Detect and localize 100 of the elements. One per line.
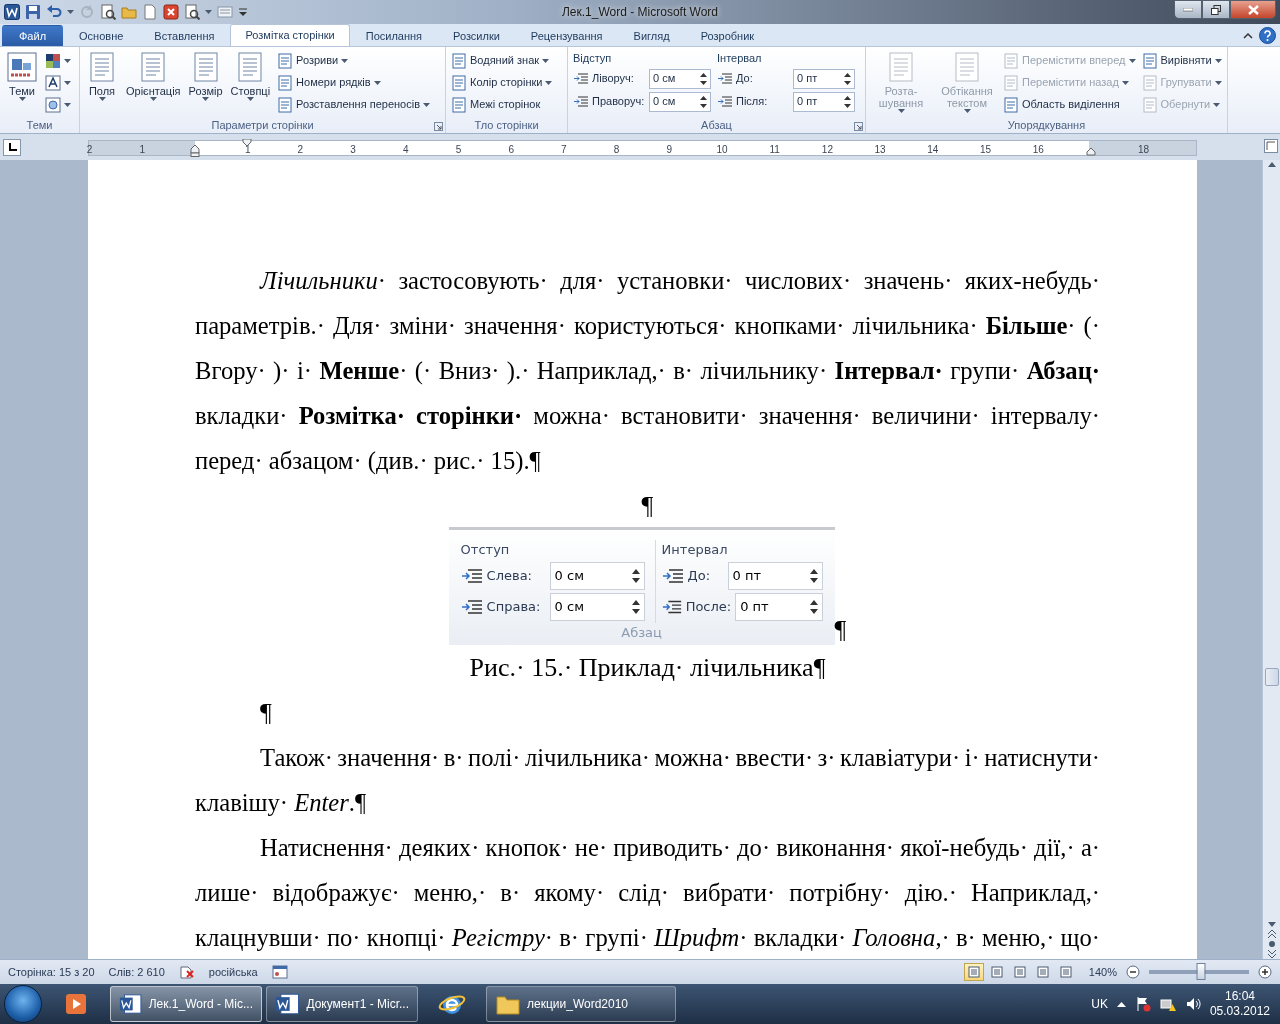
- zoom-out-icon[interactable]: [1126, 965, 1140, 979]
- right-indent-icon[interactable]: [1086, 146, 1096, 156]
- indent-icon: [460, 598, 483, 616]
- start-button[interactable]: [4, 985, 42, 1023]
- speaker-icon[interactable]: [1184, 996, 1201, 1012]
- page-icon: [277, 52, 294, 69]
- page-view-icon: [1012, 966, 1027, 978]
- ribbon-button[interactable]: Теми: [3, 50, 41, 102]
- ribbon-tab[interactable]: Розробник: [685, 25, 770, 46]
- restore-button[interactable]: [1202, 0, 1230, 19]
- group-label: Абзац: [700, 118, 733, 133]
- themes-icon: [6, 51, 38, 83]
- show-hidden-icons-icon[interactable]: [1116, 1001, 1126, 1007]
- field-label: Ліворуч:: [592, 71, 634, 87]
- ribbon-button[interactable]: Розставлення переносів: [275, 94, 432, 115]
- language-indicator[interactable]: російська: [208, 963, 258, 981]
- ribbon-tab[interactable]: Файл: [2, 25, 64, 46]
- dialog-launcher-icon[interactable]: [854, 122, 863, 131]
- ribbon-tab[interactable]: Основне: [64, 25, 139, 46]
- scroll-thumb[interactable]: [1264, 668, 1279, 686]
- restore-icon: [1211, 4, 1221, 15]
- collapse-ribbon-icon[interactable]: [1243, 31, 1253, 39]
- app-logo-icon[interactable]: [4, 4, 20, 20]
- ribbon-button[interactable]: Поля: [83, 50, 121, 102]
- next-page-icon[interactable]: [1266, 949, 1277, 959]
- word-count[interactable]: Слів: 2 610: [108, 963, 165, 981]
- spin-arrows-icon[interactable]: [700, 95, 707, 108]
- spin-arrows-icon[interactable]: [844, 95, 851, 108]
- ribbon-tab[interactable]: Розсилки: [438, 25, 515, 46]
- indent-icon: [460, 567, 483, 585]
- zoom-level[interactable]: 140%: [1088, 963, 1117, 981]
- field-label: Слева:: [486, 567, 532, 586]
- spin-arrows-icon[interactable]: [844, 72, 851, 85]
- slider-thumb[interactable]: [1196, 963, 1206, 980]
- ribbon-button[interactable]: Водяний знак: [449, 50, 555, 71]
- ribbon-tab[interactable]: Посилання: [350, 25, 438, 46]
- page-view-icon: [966, 966, 981, 978]
- ribbon-button[interactable]: [43, 94, 73, 115]
- close-button[interactable]: [1230, 0, 1276, 19]
- dialog-launcher-icon[interactable]: [434, 122, 443, 131]
- tab-selector[interactable]: [3, 139, 21, 156]
- save-icon[interactable]: [25, 4, 41, 20]
- clock-time[interactable]: 16:04: [1224, 989, 1255, 1004]
- field-label: До:: [687, 567, 711, 586]
- flag-icon[interactable]: [1134, 996, 1151, 1012]
- ribbon-button[interactable]: [43, 72, 73, 93]
- close-document-icon[interactable]: [163, 4, 179, 20]
- previous-page-icon[interactable]: [1266, 929, 1277, 939]
- first-line-indent-icon[interactable]: [242, 139, 252, 146]
- taskbar-button[interactable]: лекции_Word2010: [486, 986, 676, 1022]
- ribbon-tab[interactable]: Розмітка сторінки: [230, 24, 350, 46]
- document-app-icon: [119, 992, 143, 1016]
- zoom-page-icon[interactable]: [184, 4, 200, 20]
- taskbar-button[interactable]: Лек.1_Word - Mic...: [110, 986, 262, 1022]
- browse-object-icon[interactable]: [1266, 939, 1277, 949]
- ribbon-button[interactable]: Область виділення: [1001, 94, 1138, 115]
- ribbon-button[interactable]: Орієнтація: [123, 50, 184, 102]
- ribbon-button[interactable]: Межі сторінок: [449, 94, 555, 115]
- spelling-error-icon[interactable]: [178, 965, 195, 979]
- ruler-number: 3: [350, 143, 356, 157]
- view-button[interactable]: [963, 963, 984, 981]
- ribbon-button[interactable]: Розмір: [185, 50, 226, 102]
- page-icon: [451, 74, 467, 91]
- ribbon-button[interactable]: Вирівняти: [1139, 50, 1224, 71]
- page-view-icon: [1035, 966, 1050, 978]
- ribbon-tab[interactable]: Вставлення: [139, 25, 230, 46]
- page-icon: [1141, 96, 1158, 113]
- page-count[interactable]: Сторінка: 15 з 20: [8, 963, 95, 981]
- undo-icon[interactable]: [46, 4, 62, 20]
- paragraph-mark: ¶: [834, 615, 847, 645]
- vertical-scrollbar[interactable]: [1262, 160, 1280, 959]
- new-document-icon[interactable]: [142, 4, 158, 20]
- spin-field[interactable]: 0 пт: [793, 91, 855, 112]
- ribbon-tab[interactable]: Рецензування: [515, 25, 618, 46]
- ribbon-button[interactable]: Розриви: [275, 50, 432, 71]
- zoom-in-icon[interactable]: [1258, 965, 1272, 979]
- scroll-down-icon[interactable]: [1266, 921, 1277, 929]
- ribbon-tab[interactable]: Вигляд: [618, 25, 685, 46]
- spin-field[interactable]: 0 пт: [793, 68, 855, 89]
- page-view-icon: [1058, 966, 1073, 978]
- left-tab-icon: [7, 143, 17, 152]
- minimize-button[interactable]: [1174, 0, 1202, 19]
- print-preview-icon[interactable]: [100, 4, 116, 20]
- network-warning-icon[interactable]: [1159, 996, 1176, 1012]
- taskbar-button[interactable]: Документ1 - Micr...: [266, 986, 418, 1022]
- keyboard-language[interactable]: UK: [1091, 995, 1108, 1013]
- page-view-icon: [989, 966, 1004, 978]
- spin-arrows-icon[interactable]: [700, 72, 707, 85]
- clock-date[interactable]: 05.03.2012: [1209, 1004, 1270, 1019]
- help-icon[interactable]: [1259, 26, 1276, 44]
- indent-icon: [573, 94, 589, 109]
- spin-field[interactable]: 0 см: [649, 91, 711, 112]
- ribbon-button[interactable]: Колір сторінки: [449, 72, 555, 93]
- indent-icon: [717, 71, 733, 86]
- customize-toolbar-icon[interactable]: [238, 7, 248, 17]
- ribbon-button[interactable]: Номери рядків: [275, 72, 432, 93]
- spin-field[interactable]: 0 см: [649, 68, 711, 89]
- ribbon-button[interactable]: Стовпці: [227, 50, 274, 102]
- macro-record-icon[interactable]: [271, 965, 288, 979]
- ruler-toggle-icon[interactable]: [1264, 139, 1278, 153]
